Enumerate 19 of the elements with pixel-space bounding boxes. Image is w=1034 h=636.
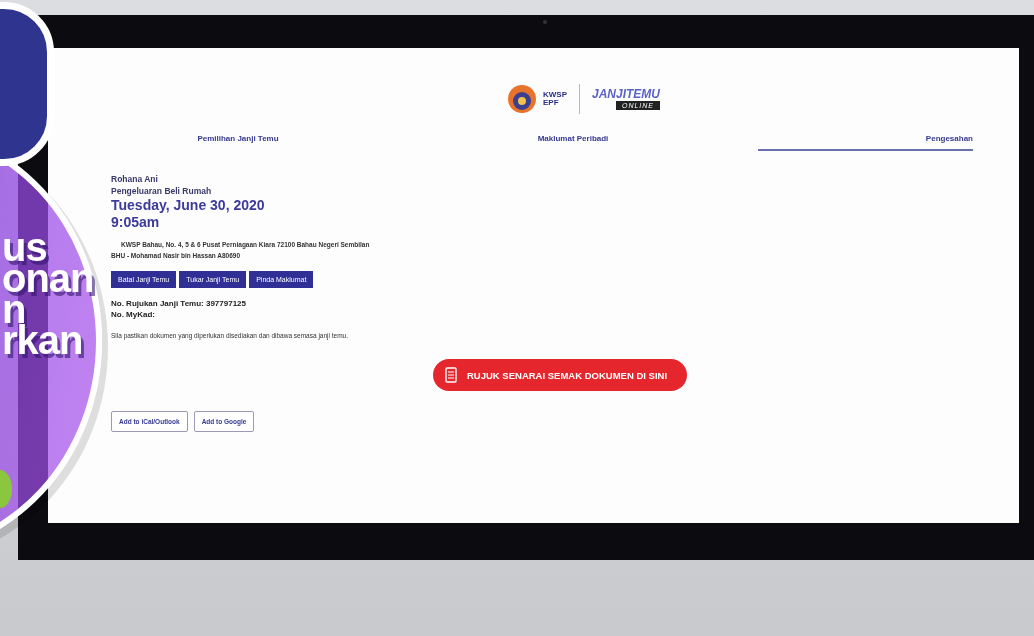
customer-name: Rohana Ani [111,173,159,185]
checklist-button[interactable]: RUJUK SENARAI SEMAK DOKUMEN DI SINI [433,359,688,391]
logo-text: KWSP [543,91,567,99]
document-icon [445,367,457,383]
service-name: Pengeluaran Beli Rumah [111,185,213,197]
appointment-time: 9:05am [111,214,161,231]
mykad-label: No. MyKad: [111,309,155,320]
step-tab[interactable]: Maklumat Peribadi [388,128,758,151]
promo-headline: n [2,294,26,325]
appointment-date: Tuesday, June 30, 2020 [111,197,266,214]
reference-number: No. Rujukan Janji Temu: 397797125 [111,298,246,309]
promo-headline: us [2,232,48,263]
step-tab[interactable]: Pemilihan Janji Temu [88,128,388,151]
promo-headline: rkan [2,325,84,356]
camera-dot [543,20,547,24]
logo-title: JANJITEMU [592,88,660,100]
logo-text: EPF [543,99,560,107]
step-tab[interactable]: Pengesahan [758,128,973,151]
emblem-icon [507,84,537,114]
